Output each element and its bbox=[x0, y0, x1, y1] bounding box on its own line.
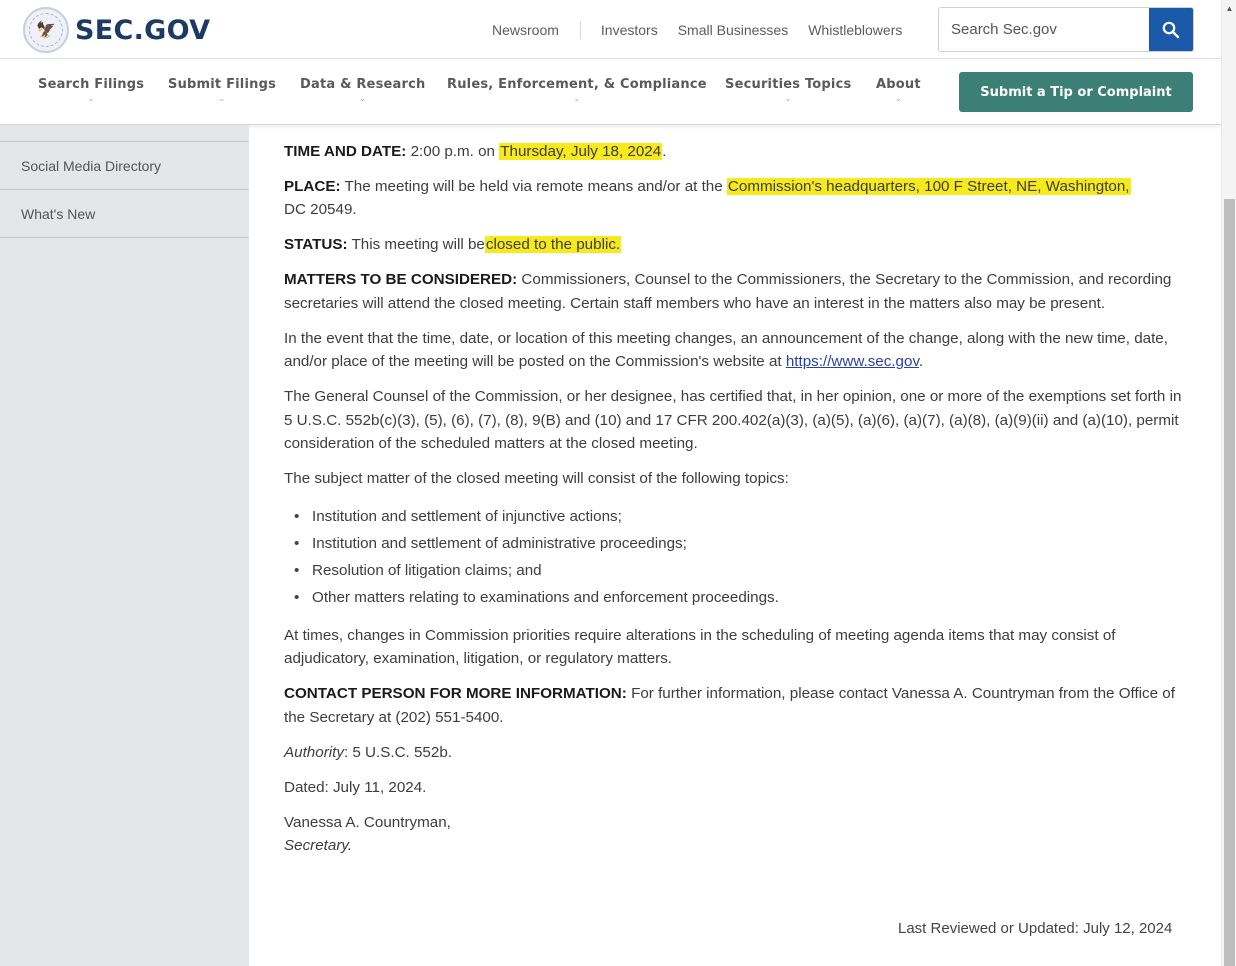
nav-submit-filings[interactable]: Submit Filings ⌄ bbox=[168, 77, 276, 103]
highlighted-text: Commission's headquarters, 100 F Street,… bbox=[726, 178, 1131, 195]
nav-label: Rules, Enforcement, & Compliance bbox=[447, 77, 707, 92]
nav-label: Data & Research bbox=[300, 77, 426, 92]
logo-text: SEC.GOV bbox=[75, 14, 211, 46]
chevron-down-icon: ⌄ bbox=[784, 94, 792, 103]
nav-label: Search Filings bbox=[38, 77, 145, 92]
chevron-down-icon: ⌄ bbox=[87, 94, 95, 103]
nav-label: About bbox=[876, 77, 921, 92]
field-label: MATTERS TO BE CONSIDERED: bbox=[284, 271, 518, 289]
field-label: PLACE: bbox=[284, 178, 341, 195]
authority: Authority: 5 U.S.C. 552b. bbox=[284, 741, 1189, 764]
status: STATUS: This meeting will beclosed to th… bbox=[284, 233, 1189, 256]
topics-list: Institution and settlement of injunctive… bbox=[294, 505, 1189, 610]
text: 2:00 p.m. on bbox=[410, 143, 500, 160]
signer-name: Vanessa A. Countryman, bbox=[284, 813, 451, 831]
text: DC 20549. bbox=[284, 201, 357, 219]
util-link-whistleblowers[interactable]: Whistleblowers bbox=[808, 22, 902, 38]
contact-person: CONTACT PERSON FOR MORE INFORMATION: For… bbox=[284, 682, 1189, 729]
main-nav: Search Filings ⌄ Submit Filings ⌄ Data &… bbox=[0, 59, 1221, 125]
text: This meeting will be bbox=[351, 236, 485, 254]
search-box bbox=[938, 7, 1194, 52]
nav-data-research[interactable]: Data & Research ⌄ bbox=[300, 77, 425, 103]
top-utility-bar: 🦅 SEC.GOV Newsroom Investors Small Busin… bbox=[0, 0, 1221, 59]
priorities-note: At times, changes in Commission prioriti… bbox=[284, 626, 1116, 668]
sidebar-divider bbox=[0, 237, 249, 238]
text: The meeting will be held via remote mean… bbox=[344, 178, 727, 195]
nav-securities-topics[interactable]: Securities Topics ⌄ bbox=[725, 77, 851, 103]
matters-to-be-considered: MATTERS TO BE CONSIDERED: Commissioners,… bbox=[284, 268, 1189, 315]
time-and-date: TIME AND DATE: 2:00 p.m. on Thursday, Ju… bbox=[284, 140, 1189, 163]
nav-label: Submit Filings bbox=[168, 77, 277, 92]
sidebar-item-whats-new[interactable]: What's New bbox=[0, 189, 249, 237]
nav-about[interactable]: About ⌄ bbox=[876, 77, 921, 103]
nav-search-filings[interactable]: Search Filings ⌄ bbox=[38, 77, 144, 103]
place: PLACE: The meeting will be held via remo… bbox=[284, 175, 1189, 222]
signature: Vanessa A. Countryman, Secretary. bbox=[284, 811, 1189, 858]
authority-label: Authority bbox=[284, 743, 344, 761]
scroll-up-arrow-icon[interactable]: ▲ bbox=[1222, 4, 1236, 16]
subject-intro: The subject matter of the closed meeting… bbox=[284, 470, 789, 488]
util-link-small-businesses[interactable]: Small Businesses bbox=[678, 22, 789, 38]
sec-logo[interactable]: 🦅 SEC.GOV bbox=[23, 7, 210, 53]
list-item: Resolution of litigation claims; and bbox=[294, 559, 1189, 583]
sidebar: Social Media Directory What's New bbox=[0, 125, 249, 966]
submit-tip-button[interactable]: Submit a Tip or Complaint bbox=[959, 72, 1193, 112]
sec-seal-icon: 🦅 bbox=[23, 7, 69, 53]
text: In the event that the time, date, or loc… bbox=[284, 329, 1168, 371]
text: : 5 U.S.C. 552b. bbox=[343, 743, 452, 761]
chevron-down-icon: ⌄ bbox=[218, 94, 226, 103]
text: . bbox=[918, 353, 924, 371]
list-item: Institution and settlement of injunctive… bbox=[294, 505, 1189, 529]
page-scrollbar[interactable]: ▲ bbox=[1221, 0, 1236, 966]
util-link-investors[interactable]: Investors bbox=[601, 22, 658, 38]
sidebar-item-social-media-directory[interactable]: Social Media Directory bbox=[0, 141, 249, 189]
field-label: CONTACT PERSON FOR MORE INFORMATION: bbox=[284, 685, 627, 703]
chevron-down-icon: ⌄ bbox=[573, 94, 581, 103]
nav-label: Securities Topics bbox=[725, 77, 852, 92]
dated: Dated: July 11, 2024. bbox=[284, 778, 427, 796]
search-input[interactable] bbox=[939, 8, 1150, 51]
search-button[interactable] bbox=[1149, 8, 1193, 51]
sidebar-item-label: Social Media Directory bbox=[21, 157, 162, 174]
util-link-newsroom[interactable]: Newsroom bbox=[492, 22, 559, 38]
util-divider bbox=[579, 21, 581, 39]
last-updated: Last Reviewed or Updated: July 12, 2024 bbox=[898, 920, 1173, 937]
nav-rules-enforcement-compliance[interactable]: Rules, Enforcement, & Compliance ⌄ bbox=[447, 77, 707, 103]
meeting-notice: TIME AND DATE: 2:00 p.m. on Thursday, Ju… bbox=[284, 140, 1189, 869]
utility-nav: Newsroom Investors Small Businesses Whis… bbox=[492, 21, 902, 39]
change-notice: In the event that the time, date, or loc… bbox=[284, 327, 1189, 374]
highlighted-text: closed to the public. bbox=[484, 236, 622, 254]
signer-title: Secretary. bbox=[284, 837, 353, 855]
chevron-down-icon: ⌄ bbox=[894, 94, 902, 103]
field-label: STATUS: bbox=[284, 236, 348, 254]
chevron-down-icon: ⌄ bbox=[359, 94, 367, 103]
list-item: Other matters relating to examinations a… bbox=[294, 586, 1189, 610]
text: . bbox=[662, 143, 667, 160]
scrollbar-thumb[interactable] bbox=[1224, 199, 1235, 966]
counsel-certification: The General Counsel of the Commission, o… bbox=[284, 388, 1182, 453]
sidebar-item-label: What's New bbox=[21, 205, 96, 222]
list-item: Institution and settlement of administra… bbox=[294, 532, 1189, 556]
search-icon bbox=[1162, 21, 1180, 38]
sec-website-link[interactable]: https://www.sec.gov bbox=[786, 353, 919, 370]
field-label: TIME AND DATE: bbox=[284, 143, 407, 160]
highlighted-text: Thursday, July 18, 2024 bbox=[499, 143, 663, 160]
